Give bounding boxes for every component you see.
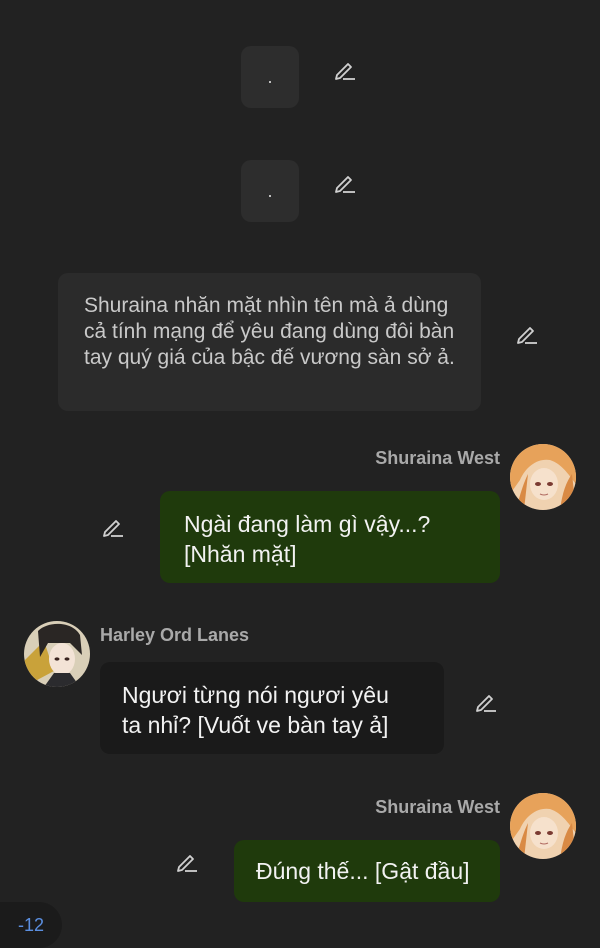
message-text-line: Ngươi từng nói ngươi yêu: [122, 682, 389, 708]
narration-bubble[interactable]: Shuraina nhăn mặt nhìn tên mà ả dùng cả …: [58, 273, 481, 411]
edit-pencil-icon[interactable]: [100, 513, 126, 539]
avatar-harley[interactable]: [24, 621, 90, 687]
message-bubble-user[interactable]: Ngài đang làm gì vậy...? [Nhăn mặt]: [160, 491, 500, 583]
avatar-shuraina[interactable]: [510, 793, 576, 859]
message-bubble-dot[interactable]: .: [241, 46, 299, 108]
sender-name: Shuraina West: [375, 448, 500, 468]
edit-pencil-icon[interactable]: [514, 320, 540, 346]
message-text: Đúng thế... [Gật đầu]: [256, 858, 470, 884]
edit-pencil-icon[interactable]: [332, 56, 358, 82]
edit-pencil-icon[interactable]: [473, 688, 499, 714]
sender-name: Shuraina West: [375, 797, 500, 817]
counter-value: -12: [17, 914, 44, 935]
message-bubble-character[interactable]: Ngươi từng nói ngươi yêu ta nhỉ? [Vuốt v…: [100, 662, 444, 754]
edit-pencil-icon[interactable]: [332, 169, 358, 195]
narration-text: Shuraina nhăn mặt nhìn tên mà ả dùng cả …: [84, 294, 455, 369]
message-text: .: [267, 180, 273, 201]
avatar-shuraina[interactable]: [510, 444, 576, 510]
message-bubble-dot[interactable]: .: [241, 160, 299, 222]
message-text-line: ta nhỉ? [Vuốt ve bàn tay ả]: [122, 712, 389, 738]
message-bubble-user[interactable]: Đúng thế... [Gật đầu]: [234, 840, 500, 902]
sender-name: Harley Ord Lanes: [100, 625, 250, 645]
message-text-line: Ngài đang làm gì vậy...?: [184, 511, 431, 537]
message-text: .: [267, 66, 273, 87]
edit-pencil-icon[interactable]: [174, 848, 200, 874]
message-text-line: [Nhăn mặt]: [184, 541, 297, 567]
scroll-counter-badge[interactable]: -12: [0, 902, 62, 948]
